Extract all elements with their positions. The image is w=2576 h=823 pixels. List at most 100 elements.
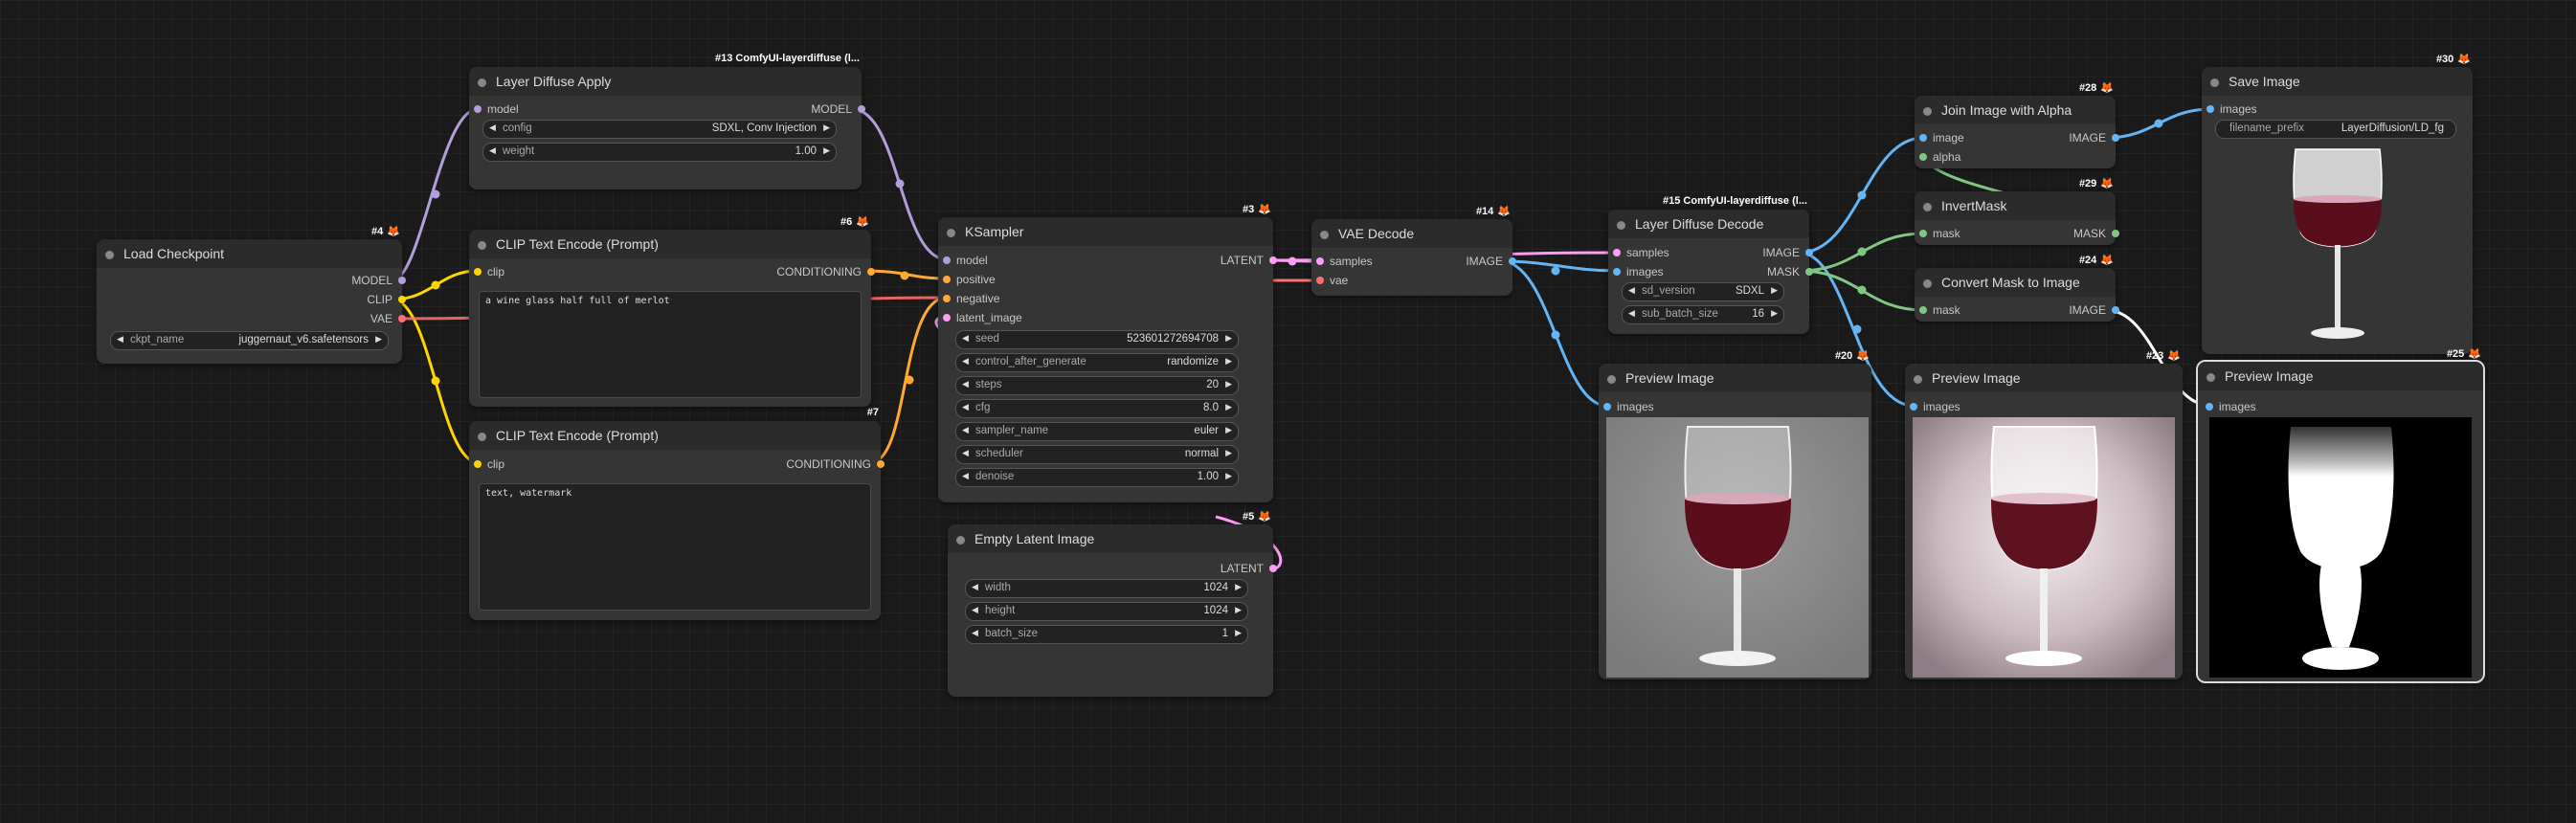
input-clip[interactable]: clip — [474, 265, 504, 278]
node-clip-text-encode-positive[interactable]: #6 🦊 CLIP Text Encode (Prompt) clip CONDI… — [469, 216, 875, 407]
collapse-dot-icon[interactable] — [2210, 78, 2219, 87]
node-vae-decode[interactable]: #14 🦊 VAE Decode samples vae IMAGE — [1311, 206, 1516, 296]
node-title-bar[interactable]: InvertMask — [1915, 191, 2116, 220]
input-images[interactable]: images — [1910, 400, 1960, 413]
collapse-dot-icon[interactable] — [1607, 375, 1616, 384]
output-mask[interactable]: MASK — [1767, 265, 1813, 278]
input-image[interactable]: image — [1919, 131, 1964, 145]
node-title-bar[interactable]: KSampler — [938, 217, 1273, 246]
node-title-bar[interactable]: Preview Image — [1599, 364, 1871, 392]
node-empty-latent-image[interactable]: #5 🦊 Empty Latent Image LATENT ◀ width 1024… — [948, 511, 1277, 697]
node-load-checkpoint[interactable]: #4 🦊 Load Checkpoint MODEL CLIP VAE ◀ ckpt… — [97, 226, 406, 364]
preview-image-wine-glass[interactable] — [1606, 417, 1869, 678]
output-clip[interactable]: CLIP — [367, 293, 406, 306]
output-model[interactable]: MODEL — [351, 274, 406, 287]
node-title-bar[interactable]: VAE Decode — [1311, 219, 1512, 248]
node-title-bar[interactable]: Join Image with Alpha — [1915, 96, 2116, 124]
output-image[interactable]: IMAGE — [1466, 255, 1516, 268]
output-vae[interactable]: VAE — [370, 312, 406, 325]
node-preview-image-20[interactable]: #20 🦊 Preview Image images — [1599, 350, 1871, 679]
scheduler-widget[interactable]: ◀ scheduler normal ▶ — [955, 445, 1239, 464]
collapse-dot-icon[interactable] — [956, 536, 965, 545]
node-save-image[interactable]: #30 🦊 Save Image images filename_prefix La… — [2202, 54, 2473, 354]
sub-batch-size-widget[interactable]: ◀ sub_batch_size 16 ▶ — [1622, 305, 1784, 324]
input-clip[interactable]: clip — [474, 457, 504, 471]
prompt-textarea[interactable]: text, watermark — [479, 483, 871, 611]
steps-widget[interactable]: ◀ steps 20 ▶ — [955, 376, 1239, 395]
output-mask[interactable]: MASK — [2073, 227, 2119, 240]
preview-image-mask[interactable] — [2209, 417, 2472, 678]
output-conditioning[interactable]: CONDITIONING — [776, 265, 875, 278]
input-images[interactable]: images — [2206, 102, 2257, 116]
collapse-dot-icon[interactable] — [1923, 203, 1932, 211]
control-after-generate-widget[interactable]: ◀ control_after_generate randomize ▶ — [955, 353, 1239, 372]
output-image[interactable]: IMAGE — [1762, 246, 1813, 259]
input-vae[interactable]: vae — [1316, 274, 1348, 287]
output-image[interactable]: IMAGE — [2069, 131, 2119, 145]
input-latent-image[interactable]: latent_image — [943, 311, 1022, 324]
output-latent[interactable]: LATENT — [1221, 562, 1277, 575]
node-title-bar[interactable]: Load Checkpoint — [97, 239, 402, 268]
node-title-bar[interactable]: Empty Latent Image — [948, 524, 1273, 553]
input-model[interactable]: model — [474, 102, 519, 116]
weight-widget[interactable]: ◀ weight 1.00 ▶ — [482, 143, 837, 162]
node-title-bar[interactable]: Preview Image — [2198, 362, 2483, 390]
cfg-widget[interactable]: ◀ cfg 8.0 ▶ — [955, 399, 1239, 418]
node-title-bar[interactable]: Save Image — [2202, 67, 2473, 96]
input-model[interactable]: model — [943, 254, 988, 267]
ckpt-name-widget[interactable]: ◀ ckpt_name juggernaut_v6.safetensors ▶ — [110, 331, 389, 350]
collapse-dot-icon[interactable] — [947, 229, 955, 237]
prompt-textarea[interactable]: a wine glass half full of merlot — [479, 291, 862, 398]
preview-image-wine-glass-matte[interactable] — [1913, 417, 2175, 678]
collapse-dot-icon[interactable] — [478, 78, 486, 87]
node-title-bar[interactable]: CLIP Text Encode (Prompt) — [469, 230, 871, 258]
node-convert-mask-to-image[interactable]: #24 🦊 Convert Mask to Image mask IMAGE — [1915, 255, 2119, 322]
collapse-dot-icon[interactable] — [1923, 279, 1932, 288]
node-layer-diffuse-decode[interactable]: #15 ComfyUI-layerdiffuse (l... Layer Dif… — [1608, 195, 1813, 334]
collapse-dot-icon[interactable] — [2206, 373, 2215, 382]
input-mask[interactable]: mask — [1919, 227, 1960, 240]
collapse-dot-icon[interactable] — [1617, 221, 1625, 230]
node-title-bar[interactable]: Layer Diffuse Decode — [1608, 210, 1809, 238]
node-preview-image-23[interactable]: #23 🦊 Preview Image images — [1905, 350, 2183, 679]
input-samples[interactable]: samples — [1316, 255, 1373, 268]
collapse-dot-icon[interactable] — [1923, 107, 1932, 116]
collapse-dot-icon[interactable] — [1914, 375, 1922, 384]
denoise-widget[interactable]: ◀ denoise 1.00 ▶ — [955, 468, 1239, 487]
input-positive[interactable]: positive — [943, 273, 996, 286]
node-clip-text-encode-negative[interactable]: #7 CLIP Text Encode (Prompt) clip CONDIT… — [469, 407, 885, 620]
node-preview-image-25[interactable]: #25 🦊 Preview Image images — [2196, 348, 2485, 683]
input-alpha[interactable]: alpha — [1919, 150, 1960, 164]
input-samples[interactable]: samples — [1613, 246, 1669, 259]
sampler-name-widget[interactable]: ◀ sampler_name euler ▶ — [955, 422, 1239, 441]
node-title-bar[interactable]: Convert Mask to Image — [1915, 268, 2116, 297]
node-layer-diffuse-apply[interactable]: #13 ComfyUI-layerdiffuse (l... Layer Dif… — [469, 53, 865, 189]
input-images[interactable]: images — [1603, 400, 1654, 413]
arrow-right-icon[interactable]: ▶ — [375, 334, 382, 345]
config-widget[interactable]: ◀ config SDXL, Conv Injection ▶ — [482, 120, 837, 139]
input-negative[interactable]: negative — [943, 292, 999, 305]
seed-widget[interactable]: ◀ seed 523601272694708 ▶ — [955, 330, 1239, 349]
node-ksampler[interactable]: #3 🦊 KSampler model positive negative lat… — [938, 204, 1277, 502]
output-image[interactable]: IMAGE — [2069, 303, 2119, 317]
output-model[interactable]: MODEL — [811, 102, 865, 116]
collapse-dot-icon[interactable] — [478, 433, 486, 441]
input-mask[interactable]: mask — [1919, 303, 1960, 317]
collapse-dot-icon[interactable] — [105, 251, 114, 259]
input-images[interactable]: images — [2206, 400, 2256, 413]
output-conditioning[interactable]: CONDITIONING — [786, 457, 885, 471]
collapse-dot-icon[interactable] — [1320, 231, 1329, 239]
node-title-bar[interactable]: Layer Diffuse Apply — [469, 67, 862, 96]
input-images[interactable]: images — [1613, 265, 1664, 278]
output-latent[interactable]: LATENT — [1221, 254, 1277, 267]
node-join-image-with-alpha[interactable]: #28 🦊 Join Image with Alpha image alpha I… — [1915, 82, 2119, 168]
width-widget[interactable]: ◀ width 1024 ▶ — [965, 579, 1248, 598]
sd-version-widget[interactable]: ◀ sd_version SDXL ▶ — [1622, 282, 1784, 301]
height-widget[interactable]: ◀ height 1024 ▶ — [965, 602, 1248, 621]
node-title-bar[interactable]: Preview Image — [1905, 364, 2183, 392]
arrow-left-icon[interactable]: ◀ — [117, 334, 123, 345]
collapse-dot-icon[interactable] — [478, 241, 486, 250]
batch-size-widget[interactable]: ◀ batch_size 1 ▶ — [965, 625, 1248, 644]
saved-image-transparent-wine-glass[interactable] — [2269, 145, 2408, 348]
node-invert-mask[interactable]: #29 🦊 InvertMask mask MASK — [1915, 178, 2119, 245]
